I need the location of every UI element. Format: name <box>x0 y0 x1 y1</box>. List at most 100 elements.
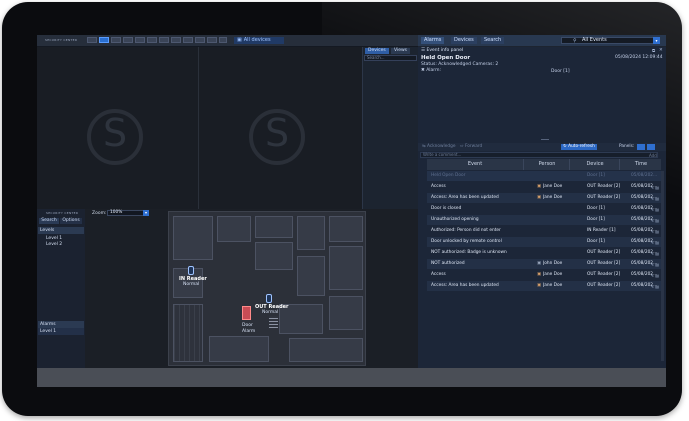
column-event[interactable]: Event <box>427 159 523 170</box>
device-cell: OUT Reader [2] <box>587 283 621 288</box>
layout-more-button[interactable] <box>219 37 227 43</box>
alarm-label: Alarm: <box>426 68 441 73</box>
device-cell: Door [1] <box>587 239 605 244</box>
level-1-item[interactable]: Level 1 <box>46 236 62 241</box>
row-actions-icon[interactable]: ✎ ▤ <box>651 262 659 267</box>
device-cell: Door [1] <box>587 173 605 178</box>
acknowledge-button[interactable]: ⇆ Acknowledge <box>422 144 456 149</box>
row-actions-icon[interactable]: ✎ ▤ <box>651 273 659 278</box>
tab-map-search[interactable]: Search <box>39 218 59 224</box>
layout-5x5-button[interactable] <box>183 37 193 43</box>
layout-6x6-button[interactable] <box>207 37 217 43</box>
event-status: Status: Acknowledged Cameras: 2 <box>421 62 499 67</box>
table-row[interactable]: Access: Area has been updated ▣ Jane Doe… <box>427 281 661 291</box>
tab-search[interactable]: Search <box>481 37 505 44</box>
event-time: 05/08/2024 12:09:44 <box>615 55 663 60</box>
out-reader-icon[interactable] <box>266 294 272 303</box>
layout-2x2-button[interactable] <box>111 37 121 43</box>
row-actions-icon[interactable]: ✎ ▤ <box>651 207 659 212</box>
tab-alarms[interactable]: Alarms <box>421 37 445 44</box>
row-actions-icon[interactable]: ✎ ▤ <box>651 218 659 223</box>
table-row[interactable]: Unauthorized opening Door [1] 05/08/202.… <box>427 215 661 225</box>
row-actions-icon[interactable]: ✎ ▤ <box>651 196 659 201</box>
person-icon: ▣ <box>537 272 541 277</box>
floor-room <box>329 246 363 290</box>
table-row[interactable]: Access ▣ Jane Doe OUT Reader [2] 05/08/2… <box>427 182 661 192</box>
panel-layout-a-button[interactable] <box>637 144 645 150</box>
layout-3x3-button[interactable] <box>135 37 145 43</box>
floor-plan[interactable]: IN Reader Normal Door Alarm OUT Reader N… <box>168 211 366 366</box>
event-cell: Access: Area has been updated <box>431 195 499 200</box>
zoom-select[interactable]: 100% <box>107 210 147 216</box>
table-row[interactable]: Door unlocked by remote control Door [1]… <box>427 237 661 247</box>
door-alarm-icon[interactable] <box>242 306 251 320</box>
device-filter-icon: ▣ <box>237 37 242 43</box>
chevron-down-icon[interactable]: ▾ <box>143 210 149 216</box>
tab-views[interactable]: Views <box>391 48 411 54</box>
layout-4x4-button[interactable] <box>159 37 169 43</box>
alarm-list-item[interactable]: Level 1 <box>38 328 84 335</box>
map-side-panel: SECURITY CENTER Search Options Levels Le… <box>37 209 86 368</box>
device-cell: IN Reader [1] <box>587 228 616 233</box>
device-cell: OUT Reader [2] <box>587 195 621 200</box>
device-panel: Devices Views Search... <box>362 47 419 209</box>
video-tile-2[interactable]: S <box>199 47 362 209</box>
comment-input[interactable]: Write a comment... <box>420 152 658 158</box>
event-info-title: ☰ Event info panel <box>421 48 463 53</box>
panel-collapse-icon[interactable]: ☰ <box>421 48 425 53</box>
layout-4x3-button[interactable] <box>147 37 157 43</box>
table-row[interactable]: NOT authorized ▣ John Doe OUT Reader [2]… <box>427 259 661 269</box>
table-row[interactable]: Authorized: Person did not enter IN Read… <box>427 226 661 236</box>
column-person[interactable]: Person <box>523 159 570 170</box>
dropdown-icon[interactable]: ▾ <box>653 37 660 44</box>
person-icon: ▣ <box>537 261 541 266</box>
all-devices-selector[interactable]: ▣ All devices <box>234 37 284 44</box>
person-cell: Jane Doe <box>543 195 563 200</box>
status-bar <box>37 368 666 387</box>
tab-devices[interactable]: Devices <box>451 37 477 44</box>
out-reader-status: Normal <box>262 310 279 315</box>
row-actions-icon[interactable]: ✎ ▤ <box>651 240 659 245</box>
layout-3x2-button[interactable] <box>123 37 133 43</box>
levels-header: Levels <box>38 227 84 234</box>
auto-refresh-toggle[interactable]: ↻ Auto-refresh <box>561 144 597 150</box>
column-time[interactable]: Time <box>619 159 662 170</box>
events-scrollbar[interactable] <box>661 171 664 361</box>
person-icon: ▣ <box>537 283 541 288</box>
forward-button[interactable]: ⇨ Forward <box>460 144 482 149</box>
event-info-title-text: Event info panel <box>426 48 464 53</box>
person-cell: Jane Doe <box>543 184 563 189</box>
in-reader-icon[interactable] <box>188 266 194 275</box>
row-actions-icon[interactable]: ✎ ▤ <box>651 251 659 256</box>
tab-map-options[interactable]: Options <box>60 218 82 224</box>
person-icon: ▣ <box>537 184 541 189</box>
layout-5x4-button[interactable] <box>171 37 181 43</box>
floor-room <box>217 216 251 242</box>
splitter-handle[interactable] <box>541 139 549 140</box>
table-row[interactable]: NOT authorized: Badge is unknown OUT Rea… <box>427 248 661 258</box>
panel-layout-b-button[interactable] <box>647 144 655 150</box>
undock-icon[interactable]: ⧉ <box>652 48 655 54</box>
event-cell: Access: Area has been updated <box>431 283 499 288</box>
table-row[interactable]: Held Open Door Door [1] 05/08/202... <box>427 171 661 181</box>
device-cell: OUT Reader [2] <box>587 184 621 189</box>
level-2-item[interactable]: Level 2 <box>46 242 62 247</box>
table-row[interactable]: Access ▣ Jane Doe OUT Reader [2] 05/08/2… <box>427 270 661 280</box>
tab-devices-panel[interactable]: Devices <box>365 48 389 54</box>
device-search-input[interactable]: Search... <box>364 55 417 61</box>
layout-2x1-button[interactable] <box>99 37 109 43</box>
layout-1x1-button[interactable] <box>87 37 97 43</box>
event-name: Held Open Door <box>421 55 471 61</box>
layout-6x5-button[interactable] <box>195 37 205 43</box>
column-device[interactable]: Device <box>569 159 620 170</box>
close-icon[interactable]: ✕ <box>659 48 663 53</box>
floor-room <box>289 338 363 362</box>
video-tile-1[interactable]: S <box>37 47 199 209</box>
row-actions-icon[interactable]: ✎ ▤ <box>651 284 659 289</box>
door-status: Alarm <box>242 329 256 334</box>
row-actions-icon[interactable]: ✎ ▤ <box>651 229 659 234</box>
add-comment-button[interactable]: Add <box>649 153 657 158</box>
table-row[interactable]: Door is closed Door [1] 05/08/202... ✎ ▤ <box>427 204 661 214</box>
row-actions-icon[interactable]: ✎ ▤ <box>651 185 659 190</box>
table-row[interactable]: Access: Area has been updated ▣ Jane Doe… <box>427 193 661 203</box>
